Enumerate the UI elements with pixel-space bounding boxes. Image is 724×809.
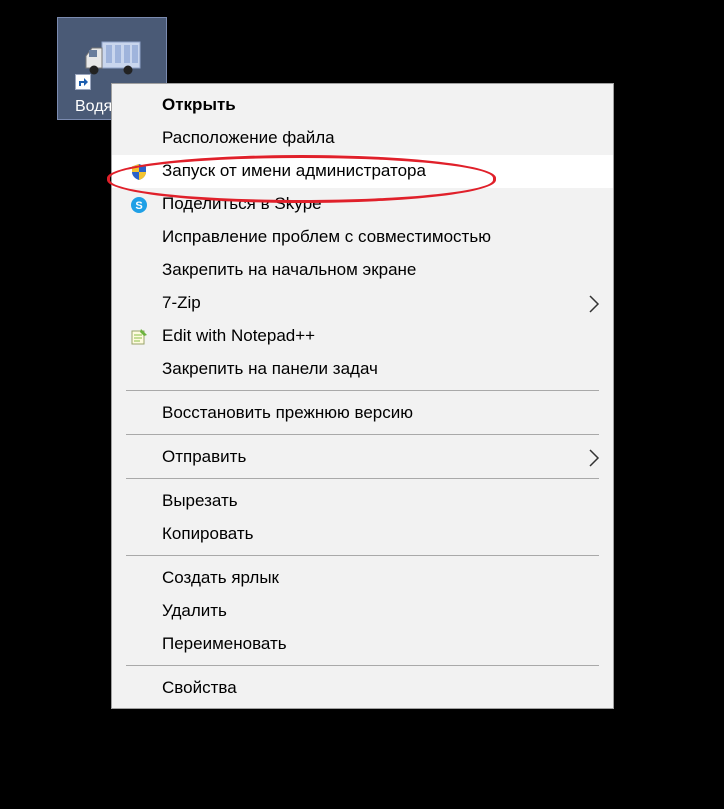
menu-item-troubleshoot-compatibility[interactable]: Исправление проблем с совместимостью [112, 221, 613, 254]
menu-item-label: Запуск от имени администратора [162, 161, 426, 180]
menu-item-label: 7-Zip [162, 293, 201, 312]
menu-item-properties[interactable]: Свойства [112, 672, 613, 705]
menu-item-create-shortcut[interactable]: Создать ярлык [112, 562, 613, 595]
menu-item-pin-to-taskbar[interactable]: Закрепить на панели задач [112, 353, 613, 386]
menu-item-label: Восстановить прежнюю версию [162, 403, 413, 422]
menu-separator [126, 665, 599, 666]
menu-item-delete[interactable]: Удалить [112, 595, 613, 628]
menu-item-copy[interactable]: Копировать [112, 518, 613, 551]
truck-icon [85, 41, 141, 75]
menu-item-label: Закрепить на панели задач [162, 359, 378, 378]
context-menu: Открыть Расположение файла Запуск от име… [111, 83, 614, 709]
menu-item-label: Свойства [162, 678, 237, 697]
menu-item-label: Закрепить на начальном экране [162, 260, 417, 279]
menu-item-pin-to-start[interactable]: Закрепить на начальном экране [112, 254, 613, 287]
menu-item-run-as-admin[interactable]: Запуск от имени администратора [112, 155, 613, 188]
menu-item-rename[interactable]: Переименовать [112, 628, 613, 661]
menu-item-label: Поделиться в Skype [162, 194, 322, 213]
menu-item-7zip[interactable]: 7-Zip [112, 287, 613, 320]
menu-item-label: Исправление проблем с совместимостью [162, 227, 491, 246]
menu-item-file-location[interactable]: Расположение файла [112, 122, 613, 155]
menu-item-edit-notepadpp[interactable]: Edit with Notepad++ [112, 320, 613, 353]
chevron-right-icon [589, 449, 600, 467]
menu-item-send-to[interactable]: Отправить [112, 441, 613, 474]
shortcut-arrow-icon [75, 74, 91, 90]
menu-separator [126, 434, 599, 435]
menu-separator [126, 390, 599, 391]
menu-item-label: Вырезать [162, 491, 238, 510]
menu-item-label: Отправить [162, 447, 247, 466]
menu-item-label: Edit with Notepad++ [162, 326, 316, 345]
menu-item-cut[interactable]: Вырезать [112, 485, 613, 518]
menu-item-label: Копировать [162, 524, 254, 543]
menu-separator [126, 555, 599, 556]
menu-item-label: Расположение файла [162, 128, 335, 147]
menu-item-restore-previous-versions[interactable]: Восстановить прежнюю версию [112, 397, 613, 430]
menu-item-label: Открыть [162, 95, 236, 114]
chevron-right-icon [589, 295, 600, 313]
menu-item-label: Удалить [162, 601, 227, 620]
svg-text:S: S [135, 200, 142, 212]
skype-icon: S [131, 197, 147, 213]
menu-item-share-skype[interactable]: S Поделиться в Skype [112, 188, 613, 221]
desktop-icon-label: Водя [75, 98, 113, 115]
uac-shield-icon [132, 164, 146, 180]
menu-separator [126, 478, 599, 479]
notepad-plus-plus-icon [131, 329, 147, 345]
menu-item-label: Переименовать [162, 634, 287, 653]
menu-item-label: Создать ярлык [162, 568, 279, 587]
menu-item-open[interactable]: Открыть [112, 89, 613, 122]
